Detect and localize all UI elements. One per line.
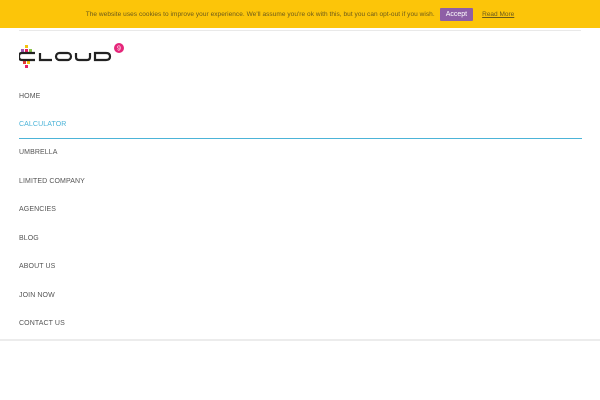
nav-item-join-now[interactable]: JOIN NOW — [19, 281, 582, 310]
nav-item-label: JOIN NOW — [19, 291, 55, 299]
read-more-link[interactable]: Read More — [482, 11, 514, 18]
nav-item-contact-us[interactable]: CONTACT US — [19, 310, 582, 339]
nav-item-umbrella[interactable]: UMBRELLA — [19, 139, 582, 168]
nav-item-limited-company[interactable]: LIMITED COMPANY — [19, 167, 582, 196]
nav-item-label: UMBRELLA — [19, 149, 58, 157]
accept-cookies-button[interactable]: Accept — [439, 7, 474, 21]
nav-item-calculator[interactable]: CALCULATOR — [19, 111, 582, 139]
cookie-notice-text: The website uses cookies to improve your… — [85, 10, 435, 18]
nav-item-label: CONTACT US — [19, 320, 65, 328]
menu-bottom-divider — [0, 339, 600, 341]
nav-item-agencies[interactable]: AGENCIES — [19, 196, 582, 225]
nav-item-label: ABOUT US — [19, 263, 56, 271]
cloud9-logo[interactable]: 9 — [17, 41, 129, 73]
nav-item-blog[interactable]: BLOG — [19, 224, 582, 253]
nav-item-home[interactable]: HOME — [19, 82, 582, 111]
cloud9-logo-icon: 9 — [17, 43, 124, 68]
cookie-notice-bar: The website uses cookies to improve your… — [0, 0, 600, 28]
nav-item-label: AGENCIES — [19, 206, 56, 214]
main-navigation: HOME CALCULATOR UMBRELLA LIMITED COMPANY… — [19, 82, 582, 338]
svg-text:9: 9 — [117, 46, 121, 53]
nav-item-label: CALCULATOR — [19, 120, 67, 128]
nav-item-about-us[interactable]: ABOUT US — [19, 253, 582, 282]
nav-item-label: HOME — [19, 92, 41, 100]
header-divider — [19, 30, 581, 31]
nav-item-label: LIMITED COMPANY — [19, 177, 85, 185]
nav-item-label: BLOG — [19, 234, 39, 242]
